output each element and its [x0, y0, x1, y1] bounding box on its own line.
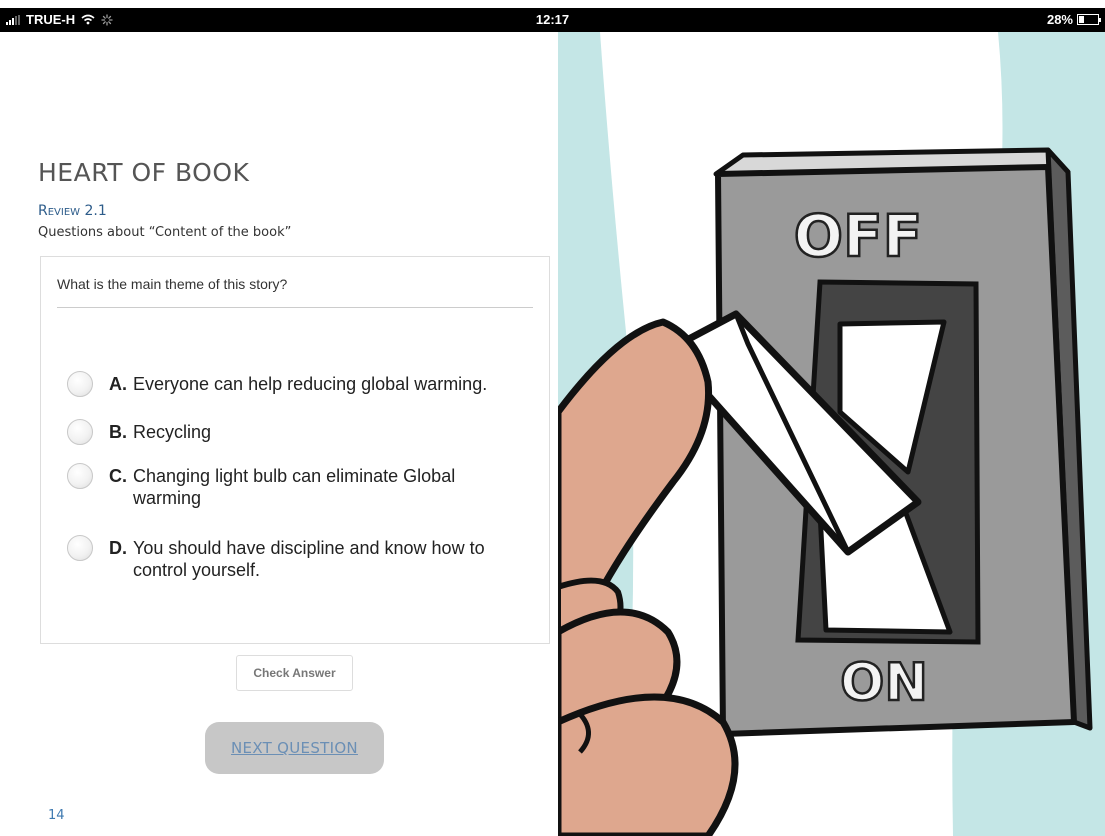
option-text: Recycling	[133, 422, 212, 442]
next-question-button[interactable]: NEXT QUESTION	[205, 722, 384, 774]
option-b[interactable]: B. Recycling	[67, 419, 537, 445]
page-number: 14	[48, 808, 65, 823]
option-a[interactable]: A. Everyone can help reducing global war…	[67, 371, 537, 397]
quiz-page: HEART OF BOOK Review 2.1 Questions about…	[0, 32, 558, 836]
page-title: HEART OF BOOK	[38, 158, 250, 187]
option-text: Everyone can help reducing global warmin…	[133, 374, 488, 394]
status-right: 28%	[1046, 12, 1101, 27]
option-letter: A.	[109, 374, 127, 394]
option-c[interactable]: C. Changing light bulb can eliminate Glo…	[67, 463, 467, 509]
question-text: What is the main theme of this story?	[57, 276, 533, 308]
option-text: You should have discipline and know how …	[133, 538, 485, 580]
off-label: OFF	[794, 202, 923, 270]
on-label: ON	[840, 653, 928, 713]
clock: 12:17	[535, 12, 570, 27]
option-text: Changing light bulb can eliminate Global…	[133, 466, 456, 508]
check-answer-button[interactable]: Check Answer	[236, 655, 353, 691]
illustration-svg: OFF ON	[554, 32, 1105, 836]
review-subtitle: Questions about “Content of the book”	[38, 225, 292, 240]
radio-button[interactable]	[67, 419, 93, 445]
radio-button[interactable]	[67, 463, 93, 489]
question-card: What is the main theme of this story? A.…	[40, 256, 550, 644]
review-label: Review 2.1	[38, 203, 107, 219]
battery-percent: 28%	[1046, 12, 1073, 27]
status-bar: TRUE-H 12:17 28%	[0, 8, 1105, 32]
light-switch-illustration: OFF ON	[554, 32, 1105, 836]
option-letter: C.	[109, 466, 127, 486]
battery-icon	[1077, 14, 1101, 25]
radio-button[interactable]	[67, 371, 93, 397]
option-letter: D.	[109, 538, 127, 558]
option-d[interactable]: D. You should have discipline and know h…	[67, 535, 507, 581]
option-letter: B.	[109, 422, 127, 442]
radio-button[interactable]	[67, 535, 93, 561]
